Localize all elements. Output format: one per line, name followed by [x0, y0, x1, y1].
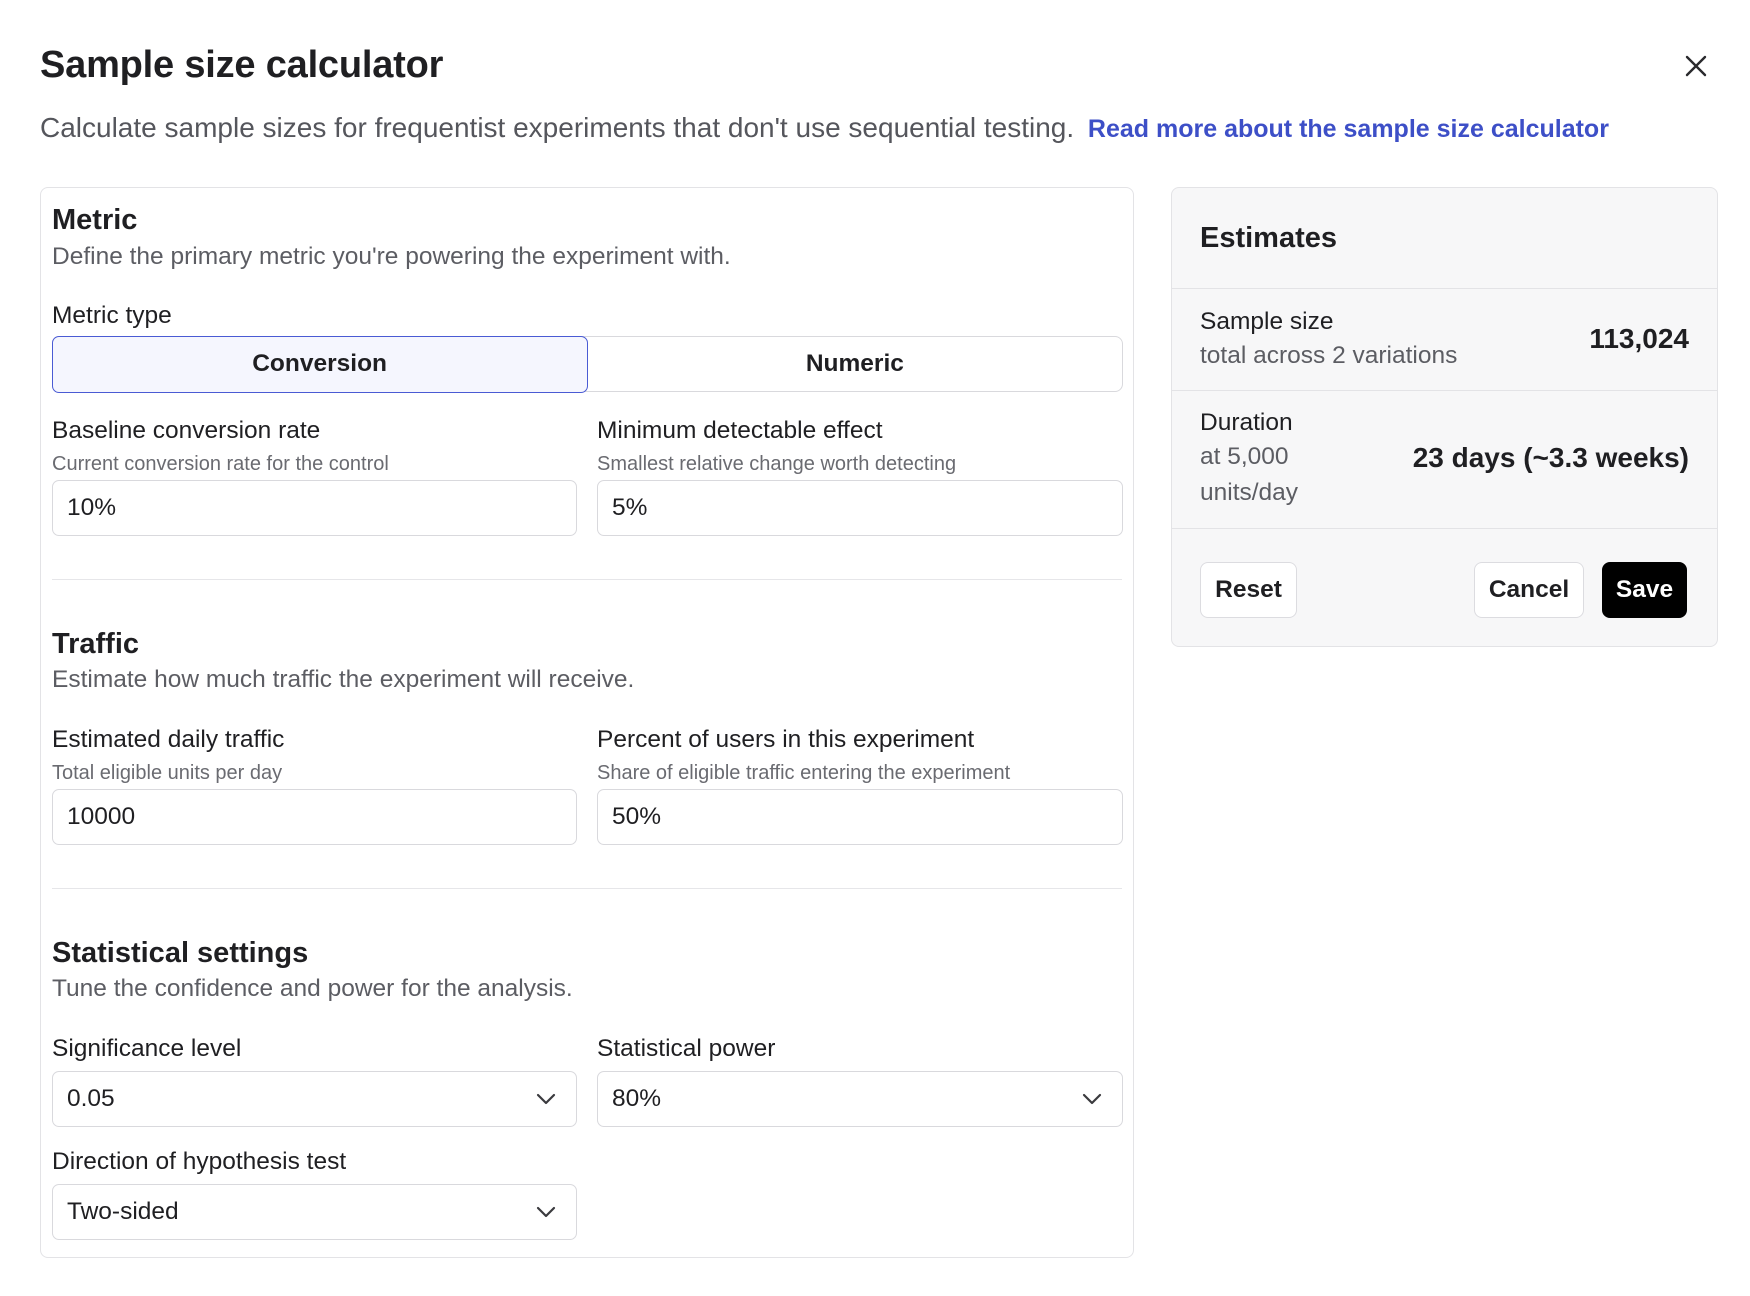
duration-sub-line1: at 5,000: [1200, 443, 1289, 470]
page-subtitle: Calculate sample sizes for frequentist e…: [40, 112, 1609, 144]
metric-type-numeric-option[interactable]: Numeric: [588, 337, 1122, 391]
close-button[interactable]: [1682, 52, 1710, 80]
sample-size-value: 113,024: [1589, 323, 1689, 354]
power-value: 80%: [612, 1085, 662, 1112]
direction-select[interactable]: Two-sided: [52, 1184, 577, 1240]
section-divider: [52, 579, 1122, 580]
duration-sub-line2: units/day: [1200, 479, 1299, 506]
sample-size-row: Sample size total across 2 variations 11…: [1172, 289, 1717, 391]
metric-section-description: Define the primary metric you're powerin…: [52, 243, 731, 270]
metric-section-title: Metric: [52, 204, 138, 236]
settings-card: Metric Define the primary metric you're …: [40, 187, 1134, 1258]
estimates-title: Estimates: [1200, 222, 1338, 254]
daily-traffic-label: Estimated daily traffic: [52, 726, 285, 753]
subtitle-text: Calculate sample sizes for frequentist e…: [40, 112, 1075, 143]
chevron-down-icon: [536, 1093, 556, 1105]
significance-value: 0.05: [67, 1085, 115, 1112]
duration-row: Duration at 5,000 units/day 23 days (~3.…: [1172, 391, 1717, 529]
estimates-header: Estimates: [1172, 188, 1717, 289]
chevron-down-icon: [536, 1206, 556, 1218]
estimates-panel: Estimates Sample size total across 2 var…: [1171, 187, 1718, 647]
baseline-hint: Current conversion rate for the control: [52, 453, 389, 475]
metric-type-conversion-option[interactable]: Conversion: [51, 335, 588, 393]
daily-traffic-hint: Total eligible units per day: [52, 762, 283, 784]
daily-traffic-input[interactable]: 10000: [52, 789, 577, 845]
cancel-button[interactable]: Cancel: [1474, 562, 1584, 618]
stats-section-description: Tune the confidence and power for the an…: [52, 975, 573, 1002]
traffic-section-title: Traffic: [52, 628, 140, 660]
metric-type-toggle: Conversion Numeric: [51, 335, 1123, 393]
significance-select[interactable]: 0.05: [52, 1071, 577, 1127]
direction-label: Direction of hypothesis test: [52, 1148, 347, 1175]
save-button[interactable]: Save: [1602, 562, 1687, 618]
reset-button[interactable]: Reset: [1200, 562, 1297, 618]
read-more-link[interactable]: Read more about the sample size calculat…: [1088, 115, 1609, 143]
page-title: Sample size calculator: [40, 44, 444, 86]
close-icon[interactable]: [1685, 55, 1707, 77]
duration-label: Duration: [1200, 409, 1293, 436]
mde-input[interactable]: 5%: [597, 480, 1123, 536]
traffic-section-description: Estimate how much traffic the experiment…: [52, 666, 635, 693]
power-select[interactable]: 80%: [597, 1071, 1123, 1127]
percent-users-input[interactable]: 50%: [597, 789, 1123, 845]
power-label: Statistical power: [597, 1035, 776, 1062]
baseline-label: Baseline conversion rate: [52, 417, 321, 444]
percent-users-label: Percent of users in this experiment: [597, 726, 975, 753]
mde-hint: Smallest relative change worth detecting: [597, 453, 957, 475]
stats-section-title: Statistical settings: [52, 937, 309, 969]
percent-users-hint: Share of eligible traffic entering the e…: [597, 762, 1011, 784]
duration-value: 23 days (~3.3 weeks): [1412, 442, 1689, 473]
sample-size-label: Sample size: [1200, 308, 1334, 335]
metric-type-label: Metric type: [52, 302, 172, 329]
significance-label: Significance level: [52, 1035, 242, 1062]
chevron-down-icon: [1082, 1093, 1102, 1105]
direction-value: Two-sided: [67, 1198, 179, 1225]
mde-label: Minimum detectable effect: [597, 417, 883, 444]
baseline-conversion-input[interactable]: 10%: [52, 480, 577, 536]
section-divider: [52, 888, 1122, 889]
sample-size-sub: total across 2 variations: [1200, 342, 1458, 369]
